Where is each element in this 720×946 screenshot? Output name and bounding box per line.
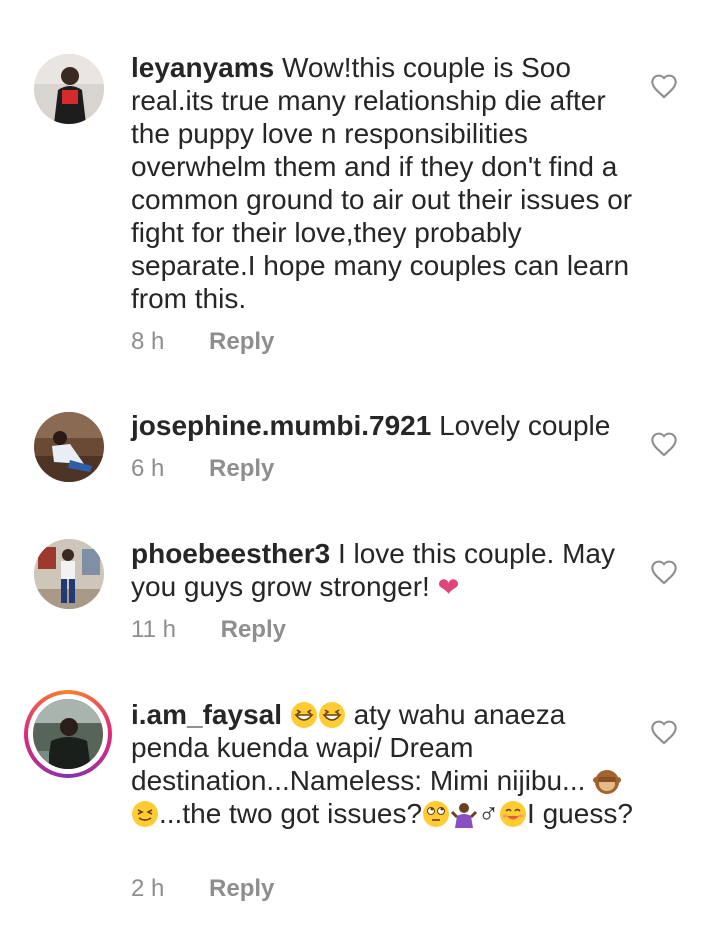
reply-button[interactable]: Reply xyxy=(209,328,274,355)
comment-username[interactable]: josephine.mumbi.7921 xyxy=(131,410,431,441)
comment-username[interactable]: phoebeesther3 xyxy=(131,538,330,569)
comment-body: Lovely couple xyxy=(439,410,611,441)
comment-username[interactable]: leyanyams xyxy=(131,52,274,83)
avatar-image xyxy=(33,699,103,769)
comment-body: I guess? xyxy=(527,798,633,829)
comment-time: 2 h xyxy=(131,875,165,902)
smiling-emoji xyxy=(499,798,527,829)
comment-time: 8 h xyxy=(131,328,165,355)
avatar-image xyxy=(34,539,104,609)
avatar[interactable] xyxy=(34,54,104,124)
pink-heart-emoji: ❤ xyxy=(437,572,460,602)
comment-meta: 2 h Reply xyxy=(131,875,274,903)
like-heart-icon[interactable] xyxy=(650,719,678,745)
comment-meta: 11 h Reply xyxy=(131,616,286,644)
grin-emoji xyxy=(318,699,346,730)
reply-button[interactable]: Reply xyxy=(221,616,286,643)
comment-text: josephine.mumbi.7921 Lovely couple xyxy=(131,409,641,442)
like-heart-icon[interactable] xyxy=(650,559,678,585)
avatar-image xyxy=(34,412,104,482)
story-ring[interactable] xyxy=(24,690,112,778)
shrug-emoji xyxy=(450,798,478,829)
avatar[interactable] xyxy=(34,539,104,609)
eye-roll-emoji xyxy=(422,798,450,829)
male-sign: ♂ xyxy=(478,798,500,829)
monkey-emoji xyxy=(593,765,622,796)
comment-meta: 6 h Reply xyxy=(131,455,274,483)
comment-text: i.am_faysal aty wahu anaeza penda kuenda… xyxy=(131,698,641,830)
comment-text: phoebeesther3 I love this couple. May yo… xyxy=(131,537,641,604)
like-heart-icon[interactable] xyxy=(650,431,678,457)
comment-body: ...the two got issues? xyxy=(159,798,423,829)
comment-time: 6 h xyxy=(131,455,165,482)
wink-emoji xyxy=(131,798,159,829)
like-heart-icon[interactable] xyxy=(650,73,678,99)
comment-username[interactable]: i.am_faysal xyxy=(131,699,282,730)
comment-text: leyanyams Wow!this couple is Soo real.it… xyxy=(131,51,641,315)
avatar-image xyxy=(34,54,104,124)
avatar[interactable] xyxy=(33,699,103,769)
grin-emoji xyxy=(290,699,318,730)
comment-body: Wow!this couple is Soo real.its true man… xyxy=(131,52,633,314)
avatar[interactable] xyxy=(34,412,104,482)
comment-meta: 8 h Reply xyxy=(131,328,274,356)
comment-time: 11 h xyxy=(131,616,176,643)
reply-button[interactable]: Reply xyxy=(209,875,274,902)
reply-button[interactable]: Reply xyxy=(209,455,274,482)
